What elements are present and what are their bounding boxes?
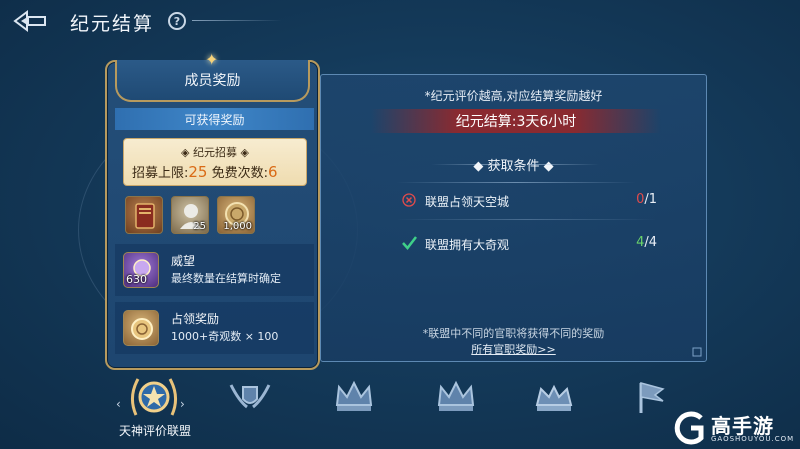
conditions-title-text: 获取条件 <box>487 159 540 174</box>
recruit-stats: 招募上限:25 免费次数:6 <box>132 162 302 181</box>
all-rank-rewards-link[interactable]: 所有官职奖励>> <box>321 341 706 357</box>
gold-coin-icon[interactable] <box>123 310 159 346</box>
prestige-count: 630 <box>126 273 147 286</box>
condition-label: 联盟占领天空城 <box>425 195 510 209</box>
crown-icon <box>535 384 573 411</box>
recruit-title-text: 纪元招募 <box>193 146 237 159</box>
settlement-panel: *纪元评价越高,对应结算奖励越好 纪元结算:3天6小时 ◆ 获取条件 ◆ 联盟占… <box>320 74 707 362</box>
diamond-icon: ◆ <box>539 159 554 174</box>
brand-url: GAOSHOUYOU.COM <box>711 435 795 443</box>
flag-icon <box>639 382 665 413</box>
occupy-desc: 1000+奇观数 × 100 <box>171 330 279 343</box>
item-count: 25 <box>193 221 206 232</box>
condition-row: 联盟占领天空城 0/1 <box>391 187 661 215</box>
tier-item[interactable] <box>324 372 384 422</box>
item-count: 1,000 <box>223 221 252 232</box>
condition-total: /4 <box>644 235 657 250</box>
diamond-icon: ◆ <box>473 159 488 174</box>
check-icon <box>402 236 417 250</box>
occupy-name: 占领奖励 <box>171 312 220 326</box>
condition-progress: 4/4 <box>636 235 657 250</box>
cross-icon <box>402 193 416 207</box>
chevron-right-icon[interactable]: › <box>180 397 185 411</box>
prestige-desc: 最终数量在结算时确定 <box>171 272 281 285</box>
condition-total: /1 <box>644 192 657 207</box>
free-count-value: 6 <box>268 163 278 181</box>
page-title: 纪元结算 <box>70 13 155 35</box>
condition-label: 联盟拥有大奇观 <box>425 238 510 252</box>
sparkle-icon: ✦ <box>205 50 219 69</box>
statue-bust-icon[interactable]: 25 <box>171 196 209 234</box>
tier-item-selected[interactable] <box>124 372 184 422</box>
coin-icon[interactable]: 1,000 <box>217 196 255 234</box>
prestige-reward: 630 威望 最终数量在结算时确定 <box>115 244 314 296</box>
crown-icon <box>437 380 475 411</box>
reward-items: 25 1,000 <box>125 196 255 234</box>
corner-ornament-icon <box>692 347 702 357</box>
tier-item[interactable] <box>524 372 584 422</box>
back-button[interactable] <box>8 6 54 36</box>
member-reward-card: 成员奖励 ✦ 可获得奖励 ◈ 纪元招募 ◈ 招募上限:25 免费次数:6 25 <box>105 50 320 370</box>
ornament-right-icon: ◈ <box>237 146 249 159</box>
card-title: 成员奖励 <box>184 73 241 89</box>
recruit-limit-value: 25 <box>188 163 208 181</box>
reward-tip: *纪元评价越高,对应结算奖励越好 <box>424 89 603 103</box>
divider-right <box>529 164 599 165</box>
settlement-timer: 纪元结算:3天6小时 <box>371 109 661 133</box>
book-icon[interactable] <box>125 196 163 234</box>
back-arrow-icon <box>13 10 46 32</box>
condition-progress: 0/1 <box>636 192 657 207</box>
rank-note: *联盟中不同的官职将获得不同的奖励 <box>422 327 605 340</box>
help-button[interactable]: ? <box>168 12 186 30</box>
card-subtitle: 可获得奖励 <box>115 108 314 130</box>
chevron-left-icon[interactable]: ‹ <box>116 397 121 411</box>
tier-item[interactable] <box>220 372 280 422</box>
laurel-star-emblem-icon <box>131 378 177 416</box>
ornament-left-icon: ◈ <box>181 146 193 159</box>
conditions-title: ◆ 获取条件 ◆ <box>321 155 706 174</box>
brand-logo-icon <box>674 411 704 445</box>
crown-icon <box>335 380 373 411</box>
prestige-medal-icon[interactable]: 630 <box>123 252 159 288</box>
winged-shield-icon <box>229 384 271 409</box>
tier-item[interactable] <box>426 372 486 422</box>
title-divider <box>192 20 282 21</box>
recruit-box: ◈ 纪元招募 ◈ 招募上限:25 免费次数:6 <box>123 138 307 186</box>
top-bar: 纪元结算 ? <box>0 0 800 42</box>
free-count-label: 免费次数: <box>211 166 269 181</box>
recruit-title: ◈ 纪元招募 ◈ <box>124 144 306 160</box>
brand-watermark: 高手游 GAOSHOUYOU.COM <box>671 410 793 446</box>
recruit-limit-label: 招募上限: <box>132 166 189 181</box>
occupy-reward: 占领奖励 1000+奇观数 × 100 <box>115 302 314 354</box>
prestige-name: 威望 <box>171 254 196 268</box>
selected-tier-label: 天神评价联盟 <box>118 424 191 438</box>
row-divider <box>396 219 656 220</box>
condition-row: 联盟拥有大奇观 4/4 <box>391 230 661 258</box>
conditions-line <box>396 182 636 183</box>
